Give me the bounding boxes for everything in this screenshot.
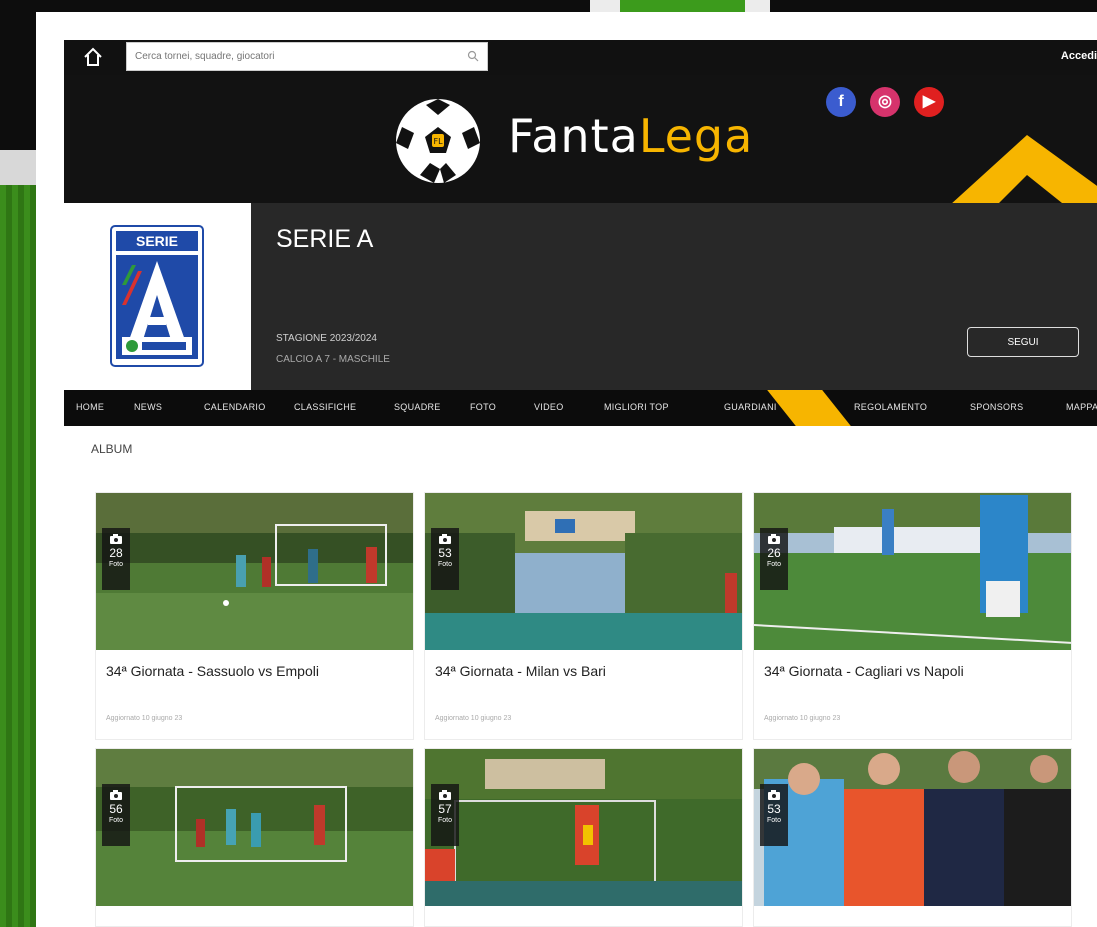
- album-card[interactable]: 26 Foto 34ª Giornata - Cagliari vs Napol…: [753, 492, 1072, 740]
- album-cover-image[interactable]: 28 Foto: [96, 493, 413, 650]
- album-card[interactable]: 53 Foto 34ª Giornata - Milan vs Bari Agg…: [424, 492, 743, 740]
- nav-item-sponsors[interactable]: SPONSORS: [970, 402, 1023, 412]
- league-logo-panel: SERIE: [64, 203, 251, 390]
- album-meta: Aggiornato 10 giugno 23: [435, 715, 512, 722]
- follow-button[interactable]: SEGUI: [967, 327, 1079, 357]
- search-box: [126, 42, 488, 71]
- album-meta: Aggiornato 10 giugno 23: [764, 715, 841, 722]
- instagram-icon[interactable]: ◎: [870, 87, 900, 117]
- league-subtitle: CALCIO A 7 - MASCHILE: [276, 354, 390, 365]
- nav-item-home[interactable]: HOME: [76, 402, 104, 412]
- camera-icon: [110, 534, 122, 544]
- soccer-ball-logo-icon: FL: [396, 99, 480, 183]
- album-card[interactable]: 57 Foto: [424, 748, 743, 927]
- album-title[interactable]: 34ª Giornata - Cagliari vs Napoli: [764, 663, 964, 679]
- web-page: Accedi FL FantaLega f ◎ ▶: [36, 12, 1097, 927]
- album-cover-image[interactable]: 53 Foto: [754, 749, 1071, 906]
- nav-item-guardians[interactable]: GUARDIANI: [724, 402, 777, 412]
- login-link[interactable]: Accedi: [1061, 50, 1097, 62]
- background-grass: [0, 185, 40, 927]
- nav-item-rules[interactable]: REGOLAMENTO: [854, 402, 927, 412]
- svg-text:FL: FL: [433, 137, 443, 146]
- album-title[interactable]: 34ª Giornata - Sassuolo vs Empoli: [106, 663, 319, 679]
- nav-item-top-players[interactable]: MIGLIORI TOP: [604, 402, 669, 412]
- serie-a-logo-icon: SERIE: [110, 225, 204, 367]
- album-card[interactable]: 56 Foto: [95, 748, 414, 927]
- camera-icon: [439, 790, 451, 800]
- svg-text:SERIE: SERIE: [136, 233, 178, 249]
- league-season: STAGIONE 2023/2024: [276, 333, 377, 344]
- league-title: SERIE A: [276, 225, 374, 253]
- brand-banner: FL FantaLega f ◎ ▶: [64, 75, 1097, 203]
- nav-item-news[interactable]: NEWS: [134, 402, 162, 412]
- background-green-panel: [620, 0, 745, 12]
- album-title[interactable]: 34ª Giornata - Milan vs Bari: [435, 663, 606, 679]
- home-icon[interactable]: [82, 46, 104, 68]
- nav-item-standings[interactable]: CLASSIFICHE: [294, 402, 356, 412]
- album-cover-image[interactable]: 57 Foto: [425, 749, 742, 906]
- nav-item-calendar[interactable]: CALENDARIO: [204, 402, 266, 412]
- youtube-icon[interactable]: ▶: [914, 87, 944, 117]
- facebook-icon[interactable]: f: [826, 87, 856, 117]
- photo-count-badge: 56 Foto: [102, 784, 130, 846]
- album-meta: Aggiornato 10 giugno 23: [106, 715, 183, 722]
- brand-name-part1: Fanta: [508, 109, 639, 163]
- section-title: ALBUM: [91, 442, 133, 456]
- photo-count-badge: 53 Foto: [760, 784, 788, 846]
- nav-accent-decoration: [767, 390, 851, 426]
- brand-name[interactable]: FantaLega: [508, 109, 753, 163]
- nav-item-map[interactable]: MAPPA: [1066, 402, 1097, 412]
- album-cover-image[interactable]: 53 Foto: [425, 493, 742, 650]
- brand-name-part2: Lega: [638, 109, 754, 163]
- camera-icon: [768, 790, 780, 800]
- nav-item-teams[interactable]: SQUADRE: [394, 402, 441, 412]
- album-cover-image[interactable]: 26 Foto: [754, 493, 1071, 650]
- main-nav: HOME NEWS CALENDARIO CLASSIFICHE SQUADRE…: [64, 390, 1097, 426]
- nav-item-photos[interactable]: FOTO: [470, 402, 496, 412]
- nav-item-videos[interactable]: VIDEO: [534, 402, 564, 412]
- album-cover-image[interactable]: 56 Foto: [96, 749, 413, 906]
- photo-count-badge: 28 Foto: [102, 528, 130, 590]
- search-icon[interactable]: [467, 50, 479, 62]
- photo-count-badge: 57 Foto: [431, 784, 459, 846]
- album-card[interactable]: 28 Foto 34ª Giornata - Sassuolo vs Empol…: [95, 492, 414, 740]
- banner-stripe-decoration: [952, 135, 1097, 203]
- search-input[interactable]: [127, 43, 457, 70]
- league-header: SERIE SERIE A STAGIONE 2023/2024 CALCIO …: [64, 203, 1097, 390]
- camera-icon: [439, 534, 451, 544]
- top-bar: Accedi: [64, 40, 1097, 75]
- album-card[interactable]: 53 Foto: [753, 748, 1072, 927]
- camera-icon: [110, 790, 122, 800]
- photo-count-badge: 53 Foto: [431, 528, 459, 590]
- photo-count-badge: 26 Foto: [760, 528, 788, 590]
- background-dark-panel-right: [770, 0, 1097, 12]
- camera-icon: [768, 534, 780, 544]
